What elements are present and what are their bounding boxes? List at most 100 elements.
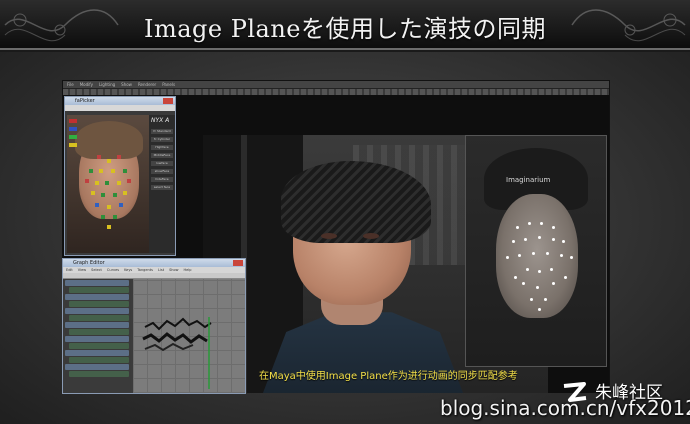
facial-control[interactable] — [117, 181, 121, 185]
list-item[interactable] — [65, 294, 129, 300]
facial-control[interactable] — [107, 205, 111, 209]
slide-title: Image Planeを使用した演技の同期 — [143, 15, 547, 43]
list-item[interactable] — [65, 322, 129, 328]
facial-control[interactable] — [111, 169, 115, 173]
facial-control[interactable] — [99, 169, 103, 173]
picker-button[interactable]: fc Standard — [151, 129, 173, 134]
close-icon[interactable] — [163, 98, 173, 104]
list-item[interactable] — [69, 287, 129, 293]
facial-control[interactable] — [117, 155, 121, 159]
graph-plot-area[interactable] — [133, 279, 245, 393]
facial-control[interactable] — [85, 179, 89, 183]
picker-title: faPicker — [75, 98, 95, 104]
list-item[interactable] — [69, 329, 129, 335]
picker-button[interactable]: hideFace — [151, 177, 173, 182]
face-marker-dot — [536, 286, 539, 289]
facial-control[interactable] — [101, 193, 105, 197]
picker-button[interactable]: MiddleFace — [151, 153, 173, 158]
menu-lighting[interactable]: Lighting — [99, 82, 115, 87]
close-icon[interactable] — [233, 260, 243, 266]
menu-curves[interactable]: Curves — [107, 268, 119, 272]
facial-control[interactable] — [123, 191, 127, 195]
menu-help[interactable]: Help — [184, 268, 192, 272]
list-item[interactable] — [69, 371, 129, 377]
menu-edit[interactable]: Edit — [66, 268, 73, 272]
menu-file[interactable]: File — [67, 82, 74, 87]
menu-select[interactable]: Select — [91, 268, 102, 272]
menu-view[interactable]: View — [78, 268, 86, 272]
face-marker-dot — [546, 252, 549, 255]
picker-button[interactable]: Highface — [151, 145, 173, 150]
menu-show[interactable]: Show — [121, 82, 132, 87]
list-item[interactable] — [69, 343, 129, 349]
maya-menubar: File Modify Lighting Show Renderer Panel… — [63, 81, 609, 89]
list-item[interactable] — [65, 336, 129, 342]
picker-portrait — [67, 115, 149, 253]
picker-sidebar: NYX A fc Standard fc Cylinder Highface M… — [149, 115, 175, 253]
graph-outliner[interactable] — [63, 279, 131, 393]
menu-renderer[interactable]: Renderer — [138, 82, 156, 87]
face-marker-dot — [538, 270, 541, 273]
menu-keys[interactable]: Keys — [124, 268, 132, 272]
picker-button[interactable]: select face — [151, 185, 173, 190]
character-eye-left — [321, 233, 337, 239]
list-item[interactable] — [69, 315, 129, 321]
facial-control[interactable] — [95, 203, 99, 207]
face-marker-dot — [512, 240, 515, 243]
color-swatch-yellow[interactable] — [69, 143, 77, 147]
list-item[interactable] — [65, 364, 129, 370]
face-marker-dot — [526, 268, 529, 271]
face-marker-dot — [564, 276, 567, 279]
image-plane-video: Imaginarium — [465, 135, 607, 367]
color-swatch-red[interactable] — [69, 119, 77, 123]
picker-button[interactable]: showFace — [151, 169, 173, 174]
list-item[interactable] — [65, 308, 129, 314]
color-swatch-green[interactable] — [69, 135, 77, 139]
facial-control[interactable] — [113, 215, 117, 219]
facial-control[interactable] — [91, 191, 95, 195]
facial-control[interactable] — [101, 215, 105, 219]
face-marker-dot — [544, 298, 547, 301]
mocap-cap-label: Imaginarium — [506, 176, 551, 184]
watermark-url: blog.sina.com.cn/vfx2012 — [440, 396, 690, 420]
list-item[interactable] — [65, 350, 129, 356]
menu-show[interactable]: Show — [169, 268, 178, 272]
facial-control[interactable] — [119, 203, 123, 207]
face-marker-dot — [570, 256, 573, 259]
facial-control[interactable] — [107, 159, 111, 163]
facial-control[interactable] — [113, 193, 117, 197]
facial-control[interactable] — [95, 181, 99, 185]
picker-titlebar[interactable]: faPicker — [65, 97, 175, 105]
graph-title: Graph Editor — [73, 260, 105, 266]
facial-control[interactable] — [105, 181, 109, 185]
face-marker-dot — [514, 276, 517, 279]
graph-titlebar[interactable]: Graph Editor — [63, 259, 245, 267]
face-marker-dot — [524, 238, 527, 241]
face-marker-dot — [516, 226, 519, 229]
face-marker-dot — [518, 254, 521, 257]
list-item[interactable] — [69, 301, 129, 307]
picker-logo: NYX A — [151, 117, 170, 124]
face-marker-dot — [550, 268, 553, 271]
color-swatch-blue[interactable] — [69, 127, 77, 131]
facial-control[interactable] — [89, 169, 93, 173]
list-item[interactable] — [65, 280, 129, 286]
picker-button[interactable]: fc Cylinder — [151, 137, 173, 142]
facial-control[interactable] — [127, 179, 131, 183]
menu-list[interactable]: List — [158, 268, 164, 272]
graph-editor-window[interactable]: Graph Editor Edit View Select Curves Key… — [62, 258, 246, 394]
picker-button[interactable]: lowface — [151, 161, 173, 166]
face-marker-dot — [552, 282, 555, 285]
face-marker-dot — [522, 282, 525, 285]
face-picker-window[interactable]: faPicker NYX A fc Standard fc Cylinder H… — [64, 96, 176, 256]
facial-control[interactable] — [123, 169, 127, 173]
list-item[interactable] — [69, 357, 129, 363]
facial-control[interactable] — [107, 225, 111, 229]
menu-tangents[interactable]: Tangents — [137, 268, 153, 272]
menu-modify[interactable]: Modify — [80, 82, 93, 87]
picker-tabrow[interactable] — [65, 105, 175, 111]
slide-header: Image Planeを使用した演技の同期 — [0, 0, 690, 50]
face-marker-dot — [506, 256, 509, 259]
facial-control[interactable] — [97, 155, 101, 159]
menu-panels[interactable]: Panels — [162, 82, 175, 87]
